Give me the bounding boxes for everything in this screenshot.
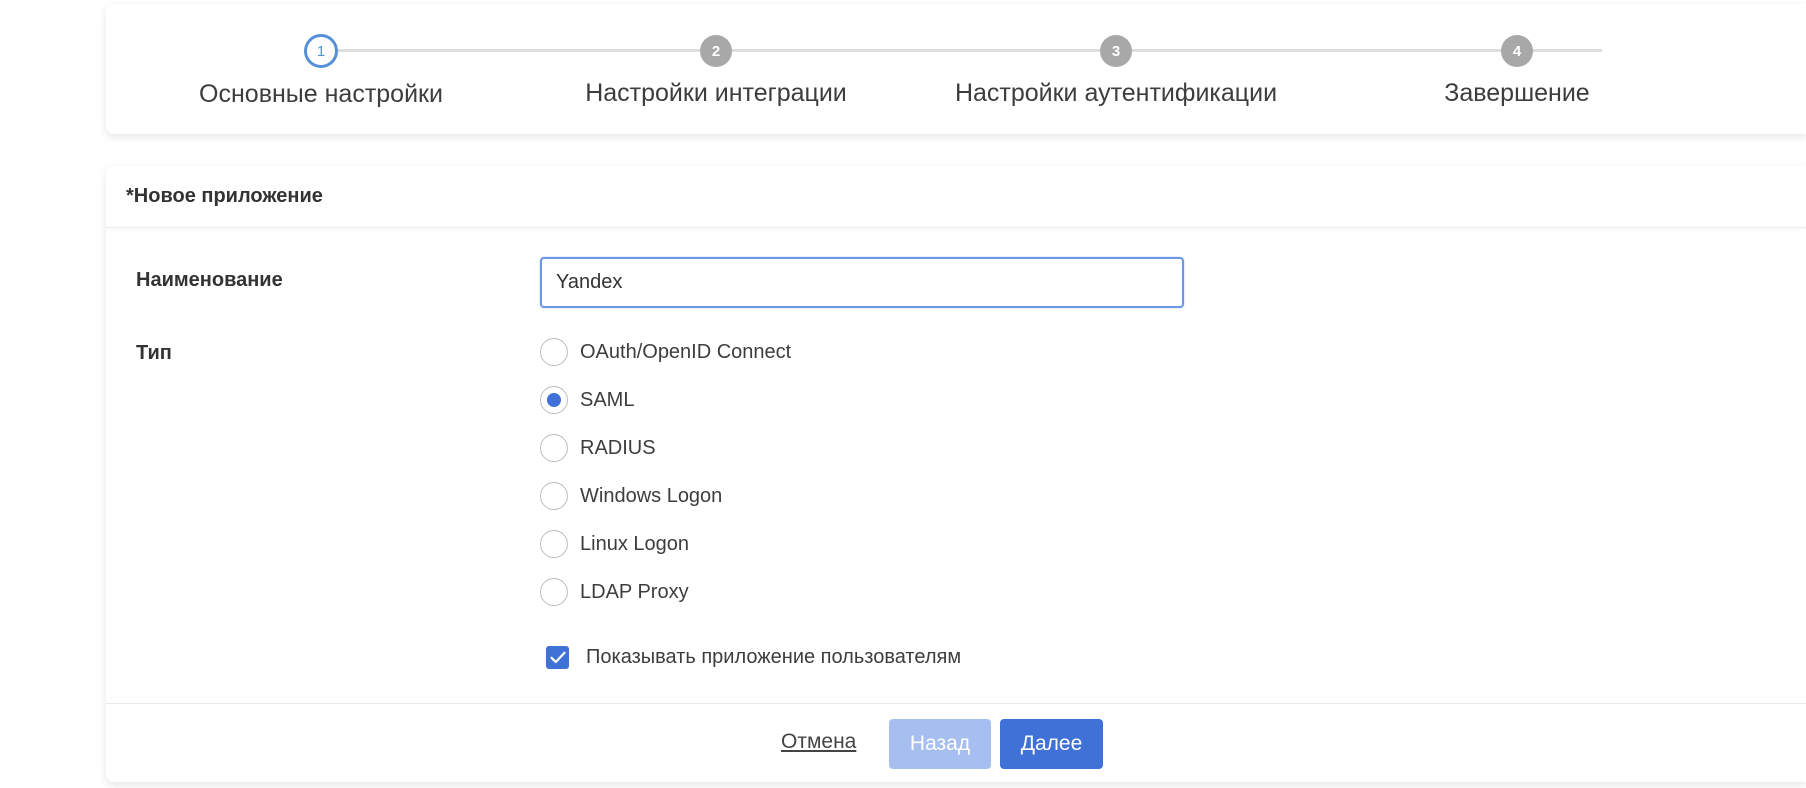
step-label: Основные настройки <box>199 80 443 108</box>
cancel-link[interactable]: Отмена <box>781 730 856 754</box>
radio-label: LDAP Proxy <box>580 580 689 603</box>
checkbox-checked[interactable] <box>546 646 569 669</box>
type-label: Тип <box>136 342 172 364</box>
radio-button[interactable] <box>540 434 568 462</box>
radio-selected-dot <box>547 393 561 407</box>
name-input[interactable] <box>540 257 1184 308</box>
step-number-badge: 3 <box>1100 35 1132 67</box>
step-number-badge: 2 <box>700 35 732 67</box>
checkmark-icon <box>549 651 566 664</box>
type-option-radius[interactable]: RADIUS <box>540 434 656 462</box>
radio-label: Linux Logon <box>580 532 689 555</box>
next-button[interactable]: Далее <box>1000 719 1103 769</box>
radio-label: RADIUS <box>580 436 656 459</box>
type-option-windows-logon[interactable]: Windows Logon <box>540 482 722 510</box>
new-application-form: *Новое приложение Наименование Тип OAuth… <box>106 166 1806 782</box>
step-label: Настройки аутентификации <box>954 79 1278 107</box>
step-completion[interactable]: 4 Завершение <box>1297 34 1737 108</box>
type-option-ldap-proxy[interactable]: LDAP Proxy <box>540 578 689 606</box>
radio-button-selected[interactable] <box>540 386 568 414</box>
type-option-saml[interactable]: SAML <box>540 386 634 414</box>
back-button[interactable]: Назад <box>889 719 991 769</box>
step-integration-settings[interactable]: 2 Настройки интеграции <box>496 34 936 108</box>
radio-button[interactable] <box>540 338 568 366</box>
radio-label: Windows Logon <box>580 484 723 507</box>
step-number-badge: 1 <box>304 34 338 68</box>
step-authentication-settings[interactable]: 3 Настройки аутентификации <box>896 34 1336 108</box>
checkbox-label: Показывать приложение пользователям <box>586 646 962 668</box>
radio-button[interactable] <box>540 530 568 558</box>
step-number-badge: 4 <box>1501 35 1533 67</box>
step-basic-settings[interactable]: 1 Основные настройки <box>101 34 541 109</box>
radio-label: OAuth/OpenID Connect <box>580 340 792 363</box>
type-option-linux-logon[interactable]: Linux Logon <box>540 530 689 558</box>
form-title: *Новое приложение <box>106 166 1806 228</box>
name-label: Наименование <box>136 269 283 291</box>
wizard-stepper: 1 Основные настройки 2 Настройки интегра… <box>106 4 1806 134</box>
radio-button[interactable] <box>540 482 568 510</box>
step-label: Настройки интеграции <box>585 79 847 107</box>
show-to-users-checkbox[interactable]: Показывать приложение пользователям <box>546 646 961 669</box>
type-option-oauth-openid[interactable]: OAuth/OpenID Connect <box>540 338 791 366</box>
radio-label: SAML <box>580 388 635 411</box>
step-label: Завершение <box>1444 79 1590 107</box>
form-footer: Отмена Назад Далее <box>106 703 1806 782</box>
radio-button[interactable] <box>540 578 568 606</box>
